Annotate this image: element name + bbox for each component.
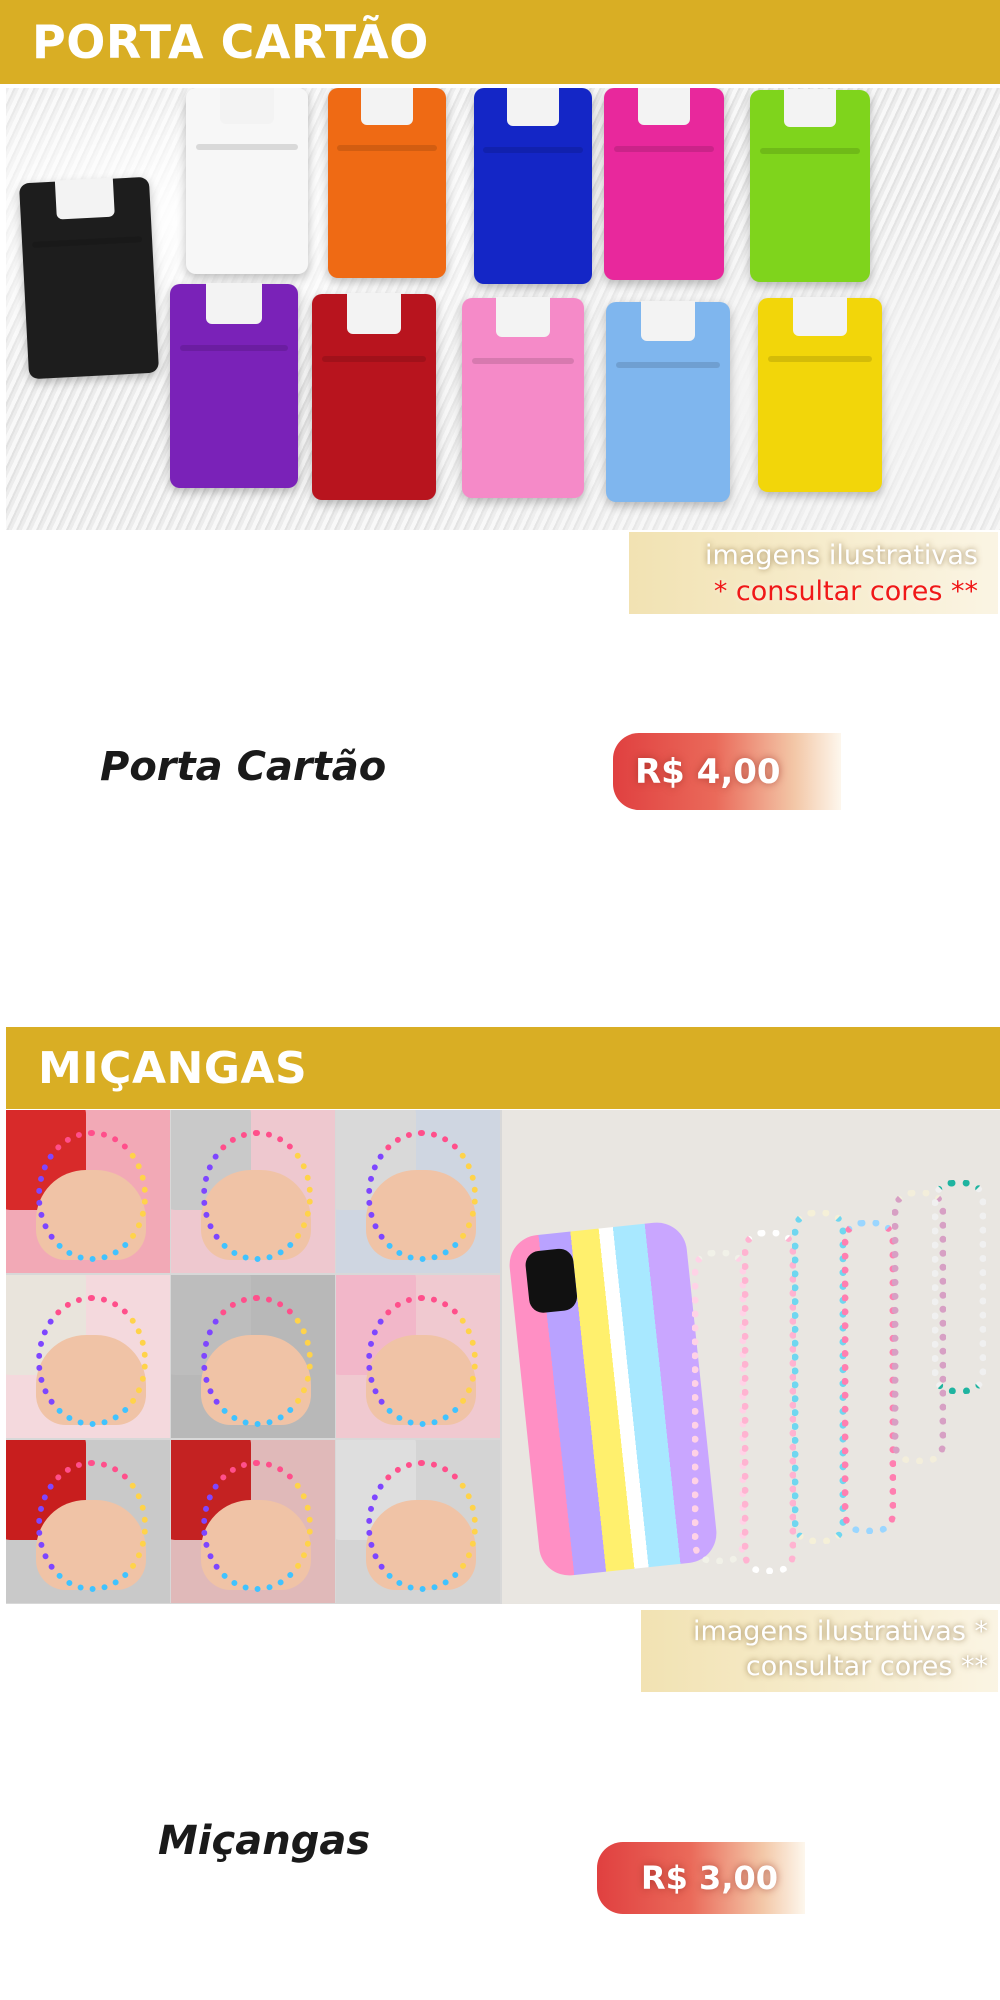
bead-strap: [36, 1295, 148, 1427]
product-name: Porta Cartão: [100, 744, 387, 790]
bead-strand: [842, 1220, 896, 1534]
card-holder: [186, 88, 308, 274]
product-name: Miçangas: [158, 1818, 371, 1864]
card-holder: [18, 176, 160, 380]
bead-strap-photo: [6, 1440, 170, 1603]
phone-camera: [524, 1247, 579, 1315]
card-holder-slot: [361, 88, 413, 125]
bead-strap: [36, 1130, 148, 1262]
product-photo-card-holders: [6, 88, 1000, 530]
illustrative-caption: imagens ilustrativas * consultar cores *…: [629, 532, 998, 614]
card-holder-slot: [496, 297, 550, 337]
caption-line-2: consultar cores **: [745, 1651, 988, 1682]
card-holder-slot: [792, 297, 848, 336]
bead-strap: [201, 1130, 313, 1262]
bead-strap: [366, 1460, 478, 1592]
section-heading: PORTA CARTÃO: [32, 15, 429, 69]
bead-strap: [366, 1295, 478, 1427]
card-holder: [170, 283, 298, 488]
bead-strand: [932, 1180, 986, 1394]
bead-strand: [742, 1230, 796, 1574]
caption-line-1: imagens ilustrativas: [705, 540, 978, 571]
bead-strap-photo: [336, 1440, 500, 1603]
price-badge: R$ 3,00: [597, 1842, 805, 1914]
bead-strap-photo: [336, 1275, 500, 1438]
bead-strap-photo: [336, 1110, 500, 1273]
rainbow-phone-case: [506, 1219, 720, 1579]
card-holder: [474, 88, 592, 284]
caption-line-1: imagens ilustrativas *: [692, 1616, 988, 1647]
illustrative-caption: imagens ilustrativas * consultar cores *…: [641, 1610, 998, 1692]
card-holder-slot: [783, 89, 837, 128]
bead-strap-photo: [6, 1110, 170, 1273]
bead-strap-photo: [171, 1440, 335, 1603]
card-holder: [750, 89, 870, 282]
section-banner-micangas: MIÇANGAS: [6, 1027, 1000, 1109]
card-holder: [606, 301, 730, 502]
price-badge: R$ 4,00: [613, 733, 841, 810]
bead-strand: [692, 1250, 746, 1564]
card-holder-slot: [637, 88, 691, 126]
price-label: R$ 3,00: [641, 1859, 778, 1897]
bead-strap: [36, 1460, 148, 1592]
bead-strap: [201, 1460, 313, 1592]
card-holder: [462, 297, 584, 498]
card-holder: [758, 297, 882, 492]
section-heading: MIÇANGAS: [38, 1042, 308, 1094]
card-holder-slot: [55, 177, 115, 220]
bead-strap: [201, 1295, 313, 1427]
bead-strand: [792, 1210, 846, 1544]
bead-strap-photo: [171, 1275, 335, 1438]
section-banner-porta-cartao: PORTA CARTÃO: [0, 0, 1000, 84]
caption-line-2: * consultar cores **: [713, 576, 978, 607]
bead-strap-photo: [171, 1110, 335, 1273]
card-holder-slot: [640, 301, 696, 341]
bead-strap-collection-photo: [502, 1110, 1000, 1604]
bead-strap: [366, 1130, 478, 1262]
product-photo-bead-straps: [6, 1110, 1000, 1604]
price-label: R$ 4,00: [635, 751, 781, 792]
card-holder: [312, 293, 436, 500]
card-holder-slot: [220, 88, 274, 125]
bead-strap-photo: [6, 1275, 170, 1438]
card-holder-slot: [346, 293, 402, 335]
card-holder: [328, 88, 446, 278]
card-holder-slot: [507, 88, 559, 127]
card-holder: [604, 88, 724, 280]
card-holder-slot: [205, 283, 263, 324]
